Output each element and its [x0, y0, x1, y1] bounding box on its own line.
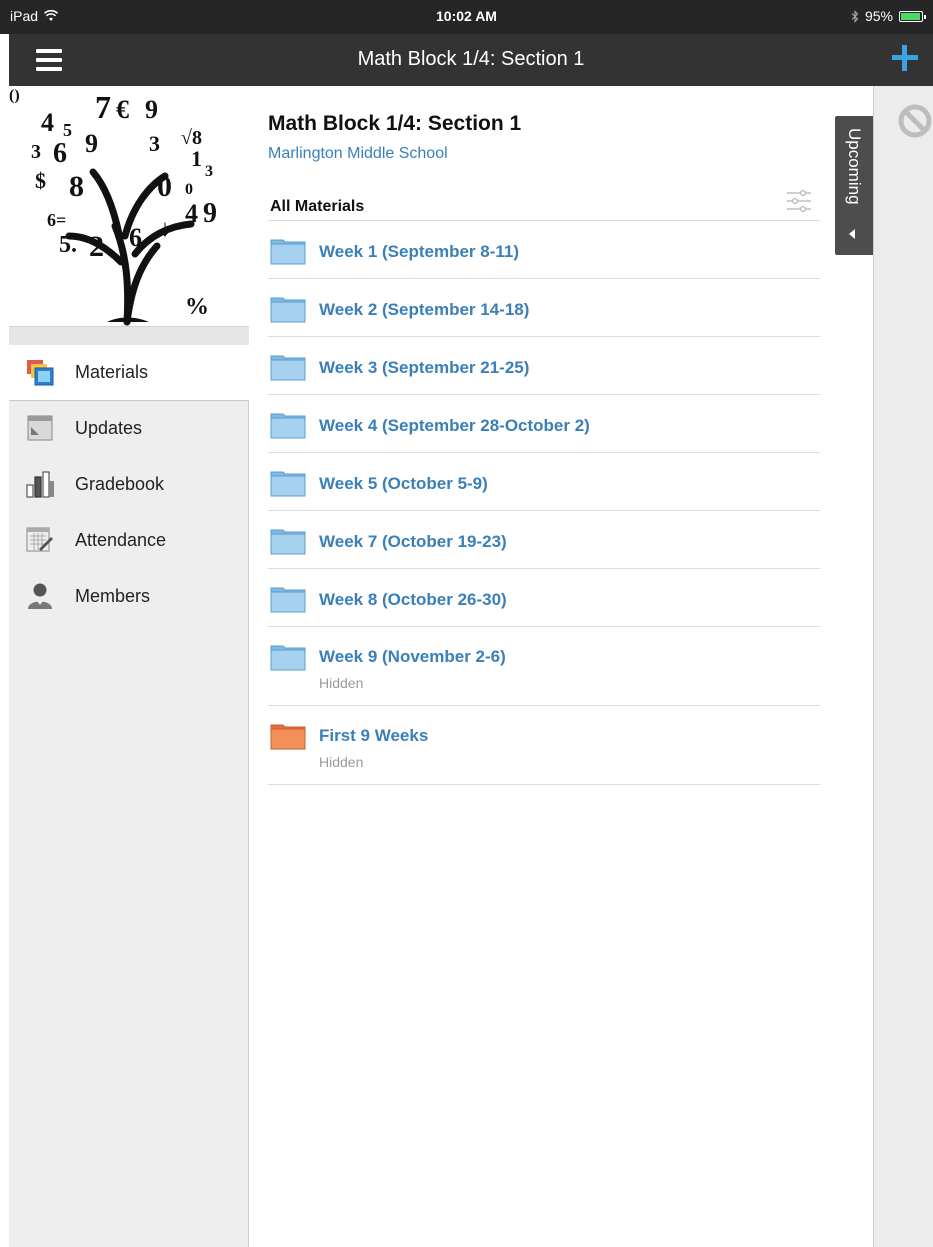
- svg-text:6=: 6=: [47, 210, 66, 230]
- folder-name: Week 5 (October 5-9): [319, 474, 488, 493]
- updates-icon: [27, 415, 53, 441]
- sidebar-item-label: Updates: [75, 417, 143, 438]
- section-label: All Materials: [270, 198, 365, 215]
- sidebar-item-label: Gradebook: [75, 473, 165, 494]
- battery-percent: 95%: [864, 8, 893, 24]
- sidebar-item-label: Members: [75, 585, 151, 606]
- folder-hidden-status: Hidden: [319, 754, 364, 770]
- bluetooth-icon: [851, 9, 859, 23]
- sidebar-item-gradebook[interactable]: Gradebook: [9, 456, 249, 512]
- folder-row[interactable]: First 9 Weeks Hidden: [268, 706, 820, 785]
- nav-bar: Math Block 1/4: Section 1: [9, 34, 933, 86]
- folder-icon: [270, 529, 306, 555]
- sidebar-item-members[interactable]: Members: [9, 568, 249, 624]
- folder-icon: [270, 587, 306, 613]
- svg-text:%: %: [185, 294, 209, 320]
- sidebar-item-updates[interactable]: Updates: [9, 400, 249, 456]
- svg-text:2: 2: [89, 230, 104, 263]
- folder-row[interactable]: Week 2 (September 14-18): [268, 279, 820, 337]
- course-logo-image: 4 7 € 9 5 3 6 9 3 √8 1 3 8 $ 0 0 9 4 6= …: [9, 86, 249, 326]
- caret-left-icon: [849, 229, 855, 239]
- folder-icon: [270, 471, 306, 497]
- folder-icon: [270, 239, 306, 265]
- no-entry-icon: [898, 104, 932, 138]
- folder-row[interactable]: Week 4 (September 28-October 2): [268, 395, 820, 453]
- folder-name: First 9 Weeks: [319, 726, 429, 745]
- folder-name: Week 1 (September 8-11): [319, 242, 519, 261]
- svg-text:3: 3: [31, 141, 41, 163]
- folder-row[interactable]: Week 8 (October 26-30): [268, 569, 820, 627]
- upcoming-label: Upcoming: [845, 128, 864, 205]
- svg-text:↓: ↓: [159, 216, 171, 242]
- svg-text:9: 9: [145, 95, 158, 124]
- materials-icon: [27, 359, 54, 385]
- course-title: Math Block 1/4: Section 1: [268, 112, 522, 135]
- gradebook-icon: [26, 471, 54, 498]
- status-bar: iPad 10:02 AM 95%: [0, 0, 933, 34]
- folder-name: Week 8 (October 26-30): [319, 590, 507, 609]
- sidebar: 4 7 € 9 5 3 6 9 3 √8 1 3 8 $ 0 0 9 4 6= …: [9, 86, 249, 1247]
- upcoming-tab[interactable]: Upcoming: [835, 116, 873, 255]
- svg-text:7: 7: [95, 89, 111, 125]
- svg-text:0: 0: [185, 181, 193, 198]
- folder-orange-icon: [270, 724, 306, 750]
- svg-text:5: 5: [63, 120, 72, 140]
- add-plus-icon[interactable]: [889, 42, 921, 74]
- svg-text:5.: 5.: [59, 232, 77, 258]
- folder-hidden-status: Hidden: [319, 675, 364, 691]
- svg-text:8: 8: [69, 170, 84, 203]
- svg-text:1: 1: [191, 146, 202, 171]
- svg-text:3: 3: [205, 163, 213, 180]
- svg-text:$: $: [35, 168, 46, 193]
- svg-text:0: 0: [157, 170, 172, 203]
- folder-row[interactable]: Week 3 (September 21-25): [268, 337, 820, 395]
- folder-name: Week 9 (November 2-6): [319, 647, 506, 666]
- folder-icon: [270, 355, 306, 381]
- battery-icon: [899, 10, 926, 22]
- svg-text:9: 9: [203, 198, 217, 229]
- svg-text:4: 4: [185, 199, 198, 228]
- main-content: Math Block 1/4: Section 1 Marlington Mid…: [250, 86, 872, 1247]
- school-link[interactable]: Marlington Middle School: [268, 145, 448, 163]
- folder-name: Week 4 (September 28-October 2): [319, 416, 590, 435]
- svg-text:6: 6: [129, 223, 142, 252]
- folder-name: Week 3 (September 21-25): [319, 358, 530, 377]
- folder-row[interactable]: Week 7 (October 19-23): [268, 511, 820, 569]
- folder-row[interactable]: Week 1 (September 8-11): [268, 221, 820, 279]
- folder-icon: [270, 645, 306, 671]
- nav-title: Math Block 1/4: Section 1: [357, 48, 585, 70]
- svg-text:€: €: [116, 95, 129, 124]
- section-header: All Materials: [268, 186, 820, 221]
- folder-icon: [270, 297, 306, 323]
- members-icon: [28, 583, 52, 609]
- svg-text:9: 9: [85, 129, 98, 158]
- folder-icon: [270, 413, 306, 439]
- status-right: 95%: [851, 8, 926, 24]
- sidebar-item-label: Materials: [75, 362, 149, 382]
- right-panel: [873, 86, 933, 1247]
- attendance-icon: [26, 527, 53, 552]
- svg-text:3: 3: [149, 131, 160, 156]
- filter-sliders-icon[interactable]: [786, 188, 812, 214]
- folder-list: Week 1 (September 8-11) Week 2 (Septembe…: [268, 221, 820, 785]
- sidebar-item-materials[interactable]: Materials: [9, 345, 249, 401]
- folder-name: Week 7 (October 19-23): [319, 532, 507, 551]
- svg-text:4: 4: [41, 108, 54, 137]
- svg-text:6: 6: [53, 138, 67, 169]
- sidebar-item-attendance[interactable]: Attendance: [9, 512, 249, 568]
- status-time: 10:02 AM: [436, 8, 497, 24]
- logo-divider: [9, 326, 249, 346]
- sidebar-item-label: Attendance: [75, 529, 167, 550]
- folder-name: Week 2 (September 14-18): [319, 300, 530, 319]
- svg-text:(): (): [9, 87, 20, 104]
- folder-row[interactable]: Week 9 (November 2-6) Hidden: [268, 627, 820, 706]
- folder-row[interactable]: Week 5 (October 5-9): [268, 453, 820, 511]
